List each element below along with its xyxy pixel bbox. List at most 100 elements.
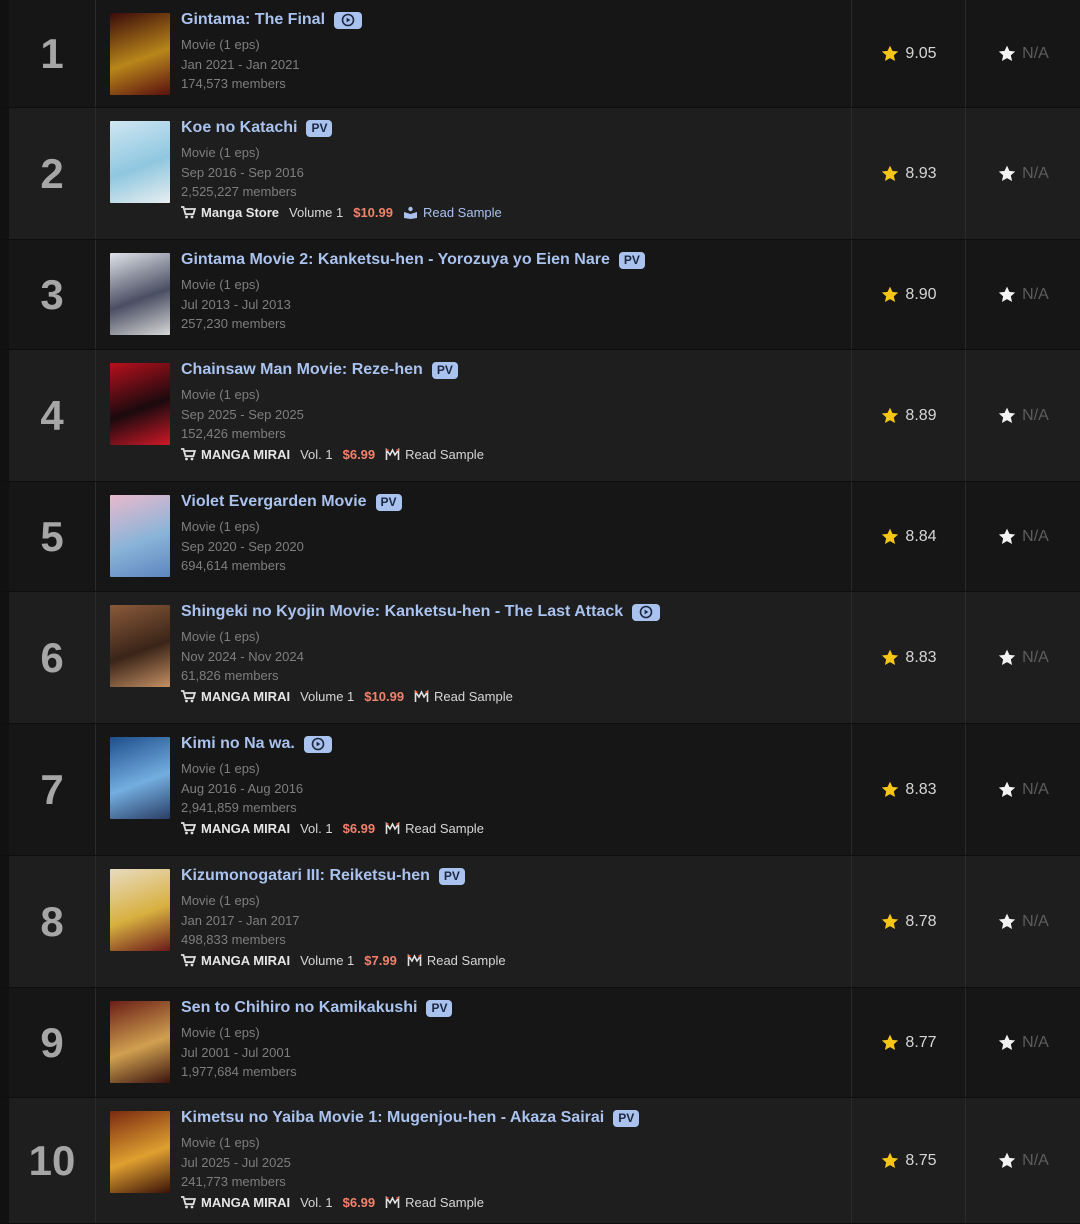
user-score-cell[interactable]: N/A bbox=[966, 1098, 1080, 1223]
anime-title-link[interactable]: Violet Evergarden Movie bbox=[181, 493, 367, 511]
user-score-cell[interactable]: N/A bbox=[966, 592, 1080, 723]
airing-dates: Jul 2013 - Jul 2013 bbox=[181, 296, 291, 312]
trailer-play-badge[interactable] bbox=[632, 603, 661, 621]
member-count: 257,230 members bbox=[181, 316, 286, 331]
pv-badge[interactable]: PV bbox=[613, 1109, 640, 1127]
anime-type: Movie (1 eps) bbox=[181, 37, 260, 52]
airing-dates: Sep 2025 - Sep 2025 bbox=[181, 406, 304, 422]
user-score-cell[interactable]: N/A bbox=[966, 482, 1080, 591]
title-line: Gintama Movie 2: Kanketsu-hen - Yorozuya… bbox=[181, 249, 841, 271]
poster-thumbnail[interactable] bbox=[110, 363, 170, 445]
poster-thumbnail[interactable] bbox=[110, 1001, 170, 1083]
pv-badge[interactable]: PV bbox=[618, 251, 645, 269]
user-score-value: N/A bbox=[1022, 164, 1049, 182]
anime-info: Kimi no Na wa. Movie (1 eps) Aug 2016 - Au… bbox=[181, 724, 841, 836]
user-score-cell[interactable]: N/A bbox=[966, 350, 1080, 481]
anime-info: Kimetsu no Yaiba Movie 1: Mugenjou-hen -… bbox=[181, 1098, 841, 1210]
score-cell: 8.90 bbox=[852, 240, 966, 349]
user-score-cell[interactable]: N/A bbox=[966, 724, 1080, 855]
rank-number: 5 bbox=[0, 482, 96, 591]
ranking-row: 2 Koe no Katachi PV Movie (1 eps) Sep 2016 -… bbox=[0, 108, 1080, 240]
store-name-link[interactable]: MANGA MIRAI bbox=[201, 447, 290, 462]
anime-title-link[interactable]: Gintama Movie 2: Kanketsu-hen - Yorozuya… bbox=[181, 251, 610, 269]
poster-thumbnail[interactable] bbox=[110, 605, 170, 687]
anime-type: Movie (1 eps) bbox=[181, 893, 260, 908]
member-count: 694,614 members bbox=[181, 558, 286, 573]
user-score-cell[interactable]: N/A bbox=[966, 240, 1080, 349]
poster-thumbnail[interactable] bbox=[110, 121, 170, 203]
manga-price: $6.99 bbox=[342, 820, 376, 836]
title-line: Kizumonogatari III: Reiketsu-hen PV bbox=[181, 865, 841, 887]
poster-thumbnail[interactable] bbox=[110, 737, 170, 819]
score-value: 8.83 bbox=[905, 648, 937, 666]
store-name-link[interactable]: MANGA MIRAI bbox=[201, 821, 290, 836]
anime-type: Movie (1 eps) bbox=[181, 277, 260, 292]
anime-title-link[interactable]: Kimi no Na wa. bbox=[181, 735, 295, 753]
poster-thumbnail[interactable] bbox=[110, 13, 170, 95]
member-count: 1,977,684 members bbox=[181, 1064, 297, 1079]
user-score-cell[interactable]: N/A bbox=[966, 108, 1080, 239]
rank-number: 4 bbox=[0, 350, 96, 481]
read-sample-link[interactable]: Read Sample bbox=[405, 447, 484, 462]
title-line: Kimi no Na wa. bbox=[181, 733, 841, 755]
title-line: Sen to Chihiro no Kamikakushi PV bbox=[181, 997, 841, 1019]
user-score-cell[interactable]: N/A bbox=[966, 988, 1080, 1097]
cart-icon bbox=[181, 821, 196, 834]
ranking-row: 5 Violet Evergarden Movie PV Movie (1 eps) S… bbox=[0, 482, 1080, 592]
anime-title-link[interactable]: Chainsaw Man Movie: Reze-hen bbox=[181, 361, 423, 379]
score-star-icon bbox=[882, 165, 899, 181]
store-name-link[interactable]: MANGA MIRAI bbox=[201, 1195, 290, 1210]
anime-title-link[interactable]: Koe no Katachi bbox=[181, 119, 297, 137]
airing-dates: Sep 2016 - Sep 2016 bbox=[181, 164, 304, 180]
score-star-icon bbox=[882, 45, 899, 61]
user-score-cell[interactable]: N/A bbox=[966, 856, 1080, 987]
cart-icon bbox=[181, 1195, 196, 1208]
store-name-link[interactable]: Manga Store bbox=[201, 205, 279, 220]
read-sample-link[interactable]: Read Sample bbox=[434, 689, 513, 704]
pv-badge[interactable]: PV bbox=[438, 867, 465, 885]
ranking-row: 7 Kimi no Na wa. Movie (1 eps) Aug 2016 - A… bbox=[0, 724, 1080, 856]
anime-title-link[interactable]: Kizumonogatari III: Reiketsu-hen bbox=[181, 867, 430, 885]
poster-thumbnail[interactable] bbox=[110, 253, 170, 335]
trailer-play-badge[interactable] bbox=[303, 735, 332, 753]
pv-badge[interactable]: PV bbox=[375, 493, 402, 511]
manga-price: $6.99 bbox=[342, 1194, 376, 1210]
poster-thumbnail[interactable] bbox=[110, 869, 170, 951]
read-sample-link[interactable]: Read Sample bbox=[405, 1195, 484, 1210]
manga-volume: Volume 1 bbox=[300, 688, 355, 704]
title-line: Kimetsu no Yaiba Movie 1: Mugenjou-hen -… bbox=[181, 1107, 841, 1129]
read-sample-link[interactable]: Read Sample bbox=[427, 953, 506, 968]
pv-badge[interactable]: PV bbox=[431, 361, 458, 379]
anime-title-link[interactable]: Shingeki no Kyojin Movie: Kanketsu-hen -… bbox=[181, 603, 623, 621]
score-cell: 8.78 bbox=[852, 856, 966, 987]
user-score-cell[interactable]: N/A bbox=[966, 0, 1080, 107]
meta-block: Movie (1 eps) Aug 2016 - Aug 2016 2,941,85… bbox=[181, 759, 841, 818]
airing-dates: Aug 2016 - Aug 2016 bbox=[181, 780, 304, 796]
score-value: 8.90 bbox=[905, 285, 937, 303]
rank-number: 7 bbox=[0, 724, 96, 855]
anime-type: Movie (1 eps) bbox=[181, 629, 260, 644]
meta-block: Movie (1 eps) Sep 2016 - Sep 2016 2,525,22… bbox=[181, 143, 841, 202]
read-sample-link[interactable]: Read Sample bbox=[423, 205, 502, 220]
manga-store-line: MANGA MIRAI Volume 1 $7.99 Read Sample bbox=[181, 953, 841, 968]
trailer-play-badge[interactable] bbox=[334, 11, 363, 29]
anime-info: Violet Evergarden Movie PV Movie (1 eps) Se… bbox=[181, 482, 841, 576]
meta-block: Movie (1 eps) Sep 2020 - Sep 2020 694,614 … bbox=[181, 517, 841, 576]
anime-title-link[interactable]: Sen to Chihiro no Kamikakushi bbox=[181, 999, 417, 1017]
score-value: 8.77 bbox=[905, 1033, 937, 1051]
user-score-value: N/A bbox=[1022, 44, 1049, 62]
ranking-row: 10 Kimetsu no Yaiba Movie 1: Mugenjou-hen… bbox=[0, 1098, 1080, 1224]
anime-title-link[interactable]: Kimetsu no Yaiba Movie 1: Mugenjou-hen -… bbox=[181, 1109, 604, 1127]
manga-volume: Volume 1 bbox=[289, 204, 344, 220]
pv-badge[interactable]: PV bbox=[306, 119, 333, 137]
store-name-link[interactable]: MANGA MIRAI bbox=[201, 953, 290, 968]
anime-title-link[interactable]: Gintama: The Final bbox=[181, 11, 325, 29]
poster-thumbnail[interactable] bbox=[110, 1111, 170, 1193]
pv-badge[interactable]: PV bbox=[426, 999, 453, 1017]
read-sample-link[interactable]: Read Sample bbox=[405, 821, 484, 836]
manga-mirai-logo-icon bbox=[385, 447, 400, 461]
store-name-link[interactable]: MANGA MIRAI bbox=[201, 689, 290, 704]
ranking-row: 3 Gintama Movie 2: Kanketsu-hen - Yorozuy… bbox=[0, 240, 1080, 350]
cart-icon bbox=[181, 689, 196, 702]
poster-thumbnail[interactable] bbox=[110, 495, 170, 577]
